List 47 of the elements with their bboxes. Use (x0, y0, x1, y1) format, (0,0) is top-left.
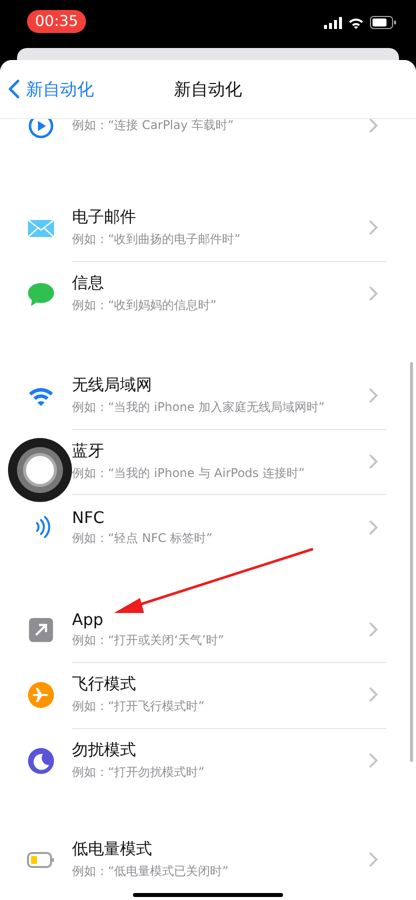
row-title: 蓝牙 (72, 440, 105, 462)
list-row[interactable]: 低电量模式 例如：“低电量模式已关闭时” (72, 830, 386, 888)
chevron-icon (369, 286, 378, 302)
wifi-icon (348, 16, 364, 28)
chevron-icon (369, 220, 378, 236)
chevron-icon (369, 119, 378, 134)
row-subtitle: 例如：“打开或关闭‘天气’时” (72, 632, 226, 649)
row-title: 电子邮件 (72, 207, 137, 228)
battery-icon (370, 16, 396, 29)
row-title: App (72, 610, 104, 629)
row-subtitle: 例如：“打开勿扰模式时” (72, 764, 206, 782)
list-row[interactable]: NFC 例如：“轻点 NFC 标签时” (72, 494, 386, 560)
chevron-icon (369, 454, 378, 469)
page-title: 新自动化 (174, 80, 242, 100)
row-subtitle: 例如：“收到妈妈的信息时” (72, 297, 218, 314)
chevron-icon (369, 622, 378, 637)
moon-icon (27, 746, 55, 775)
list-row[interactable]: 勿扰模式 例如：“打开勿扰模式时” (72, 728, 386, 794)
chevron-icon (369, 388, 378, 404)
back-chevron-icon (8, 79, 20, 99)
row-subtitle: 例如：“低电量模式已关闭时” (72, 863, 230, 880)
back-button[interactable]: 新自动化 (0, 76, 100, 102)
chevron-icon (369, 852, 378, 867)
list-row[interactable]: 无线局域网 例如：“当我的 iPhone 加入家庭无线局域网时” (72, 363, 386, 430)
row-title: 飞行模式 (72, 674, 137, 696)
signal-icon (324, 16, 342, 28)
clock-time: 00:35 (27, 10, 86, 33)
chevron-icon (369, 753, 378, 768)
row-title: NFC (72, 508, 106, 527)
arrow-square-icon (27, 616, 55, 644)
list-row[interactable]: 蓝牙 例如：“当我的 iPhone 与 AirPods 连接时” (72, 428, 386, 495)
row-subtitle: 例如：“收到曲扬的电子邮件时” (72, 231, 242, 248)
row-title: 低电量模式 (72, 839, 153, 860)
row-subtitle: 例如：“打开飞行模式时” (72, 698, 206, 716)
list-row[interactable]: 信息 例如：“收到妈妈的信息时” (72, 261, 386, 326)
row-subtitle: 例如：“当我的 iPhone 与 AirPods 连接时” (72, 464, 306, 482)
chevron-icon (369, 687, 378, 702)
row-title: 无线局域网 (72, 375, 153, 396)
airplane-icon (27, 681, 55, 710)
row-title: 信息 (72, 273, 105, 294)
chevron-icon (369, 520, 378, 535)
row-subtitle: 例如：“当我的 iPhone 加入家庭无线局域网时” (72, 399, 326, 416)
row-title: 勿扰模式 (72, 740, 137, 762)
row-subtitle: 例如：“连接 CarPlay 车载时” (72, 119, 235, 134)
list-row[interactable]: 飞行模式 例如：“打开飞行模式时” (72, 662, 386, 728)
list-row[interactable]: 电子邮件 例如：“收到曲扬的电子邮件时” (72, 195, 386, 262)
row-subtitle: 例如：“轻点 NFC 标签时” (72, 530, 214, 547)
